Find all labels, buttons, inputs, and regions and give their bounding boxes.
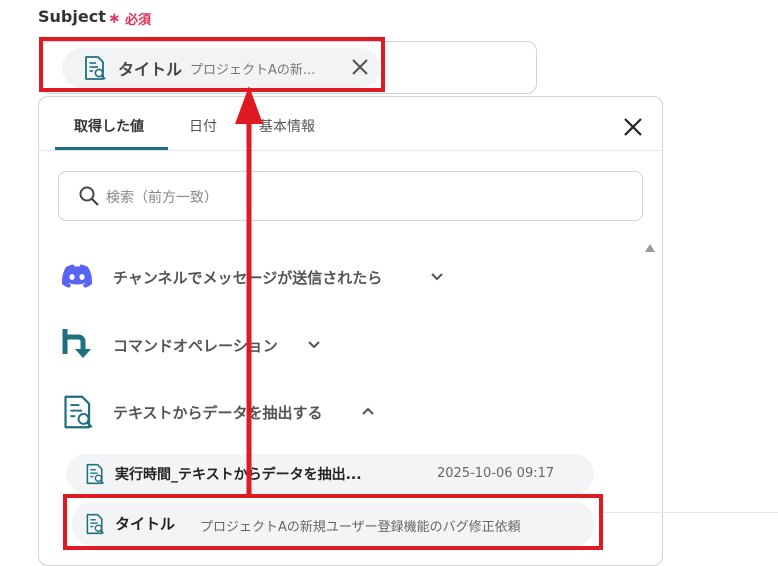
tab-acquired-values[interactable]: 取得した値 (74, 116, 144, 136)
search-placeholder: 検索（前方一致） (106, 190, 218, 206)
search-icon (79, 186, 99, 206)
tabs-divider (39, 150, 662, 151)
tab-basic-info[interactable]: 基本情報 (259, 116, 315, 136)
item-value: 2025-10-06 09:17 (437, 466, 555, 481)
required-text: 必須 (125, 13, 152, 28)
close-icon[interactable] (622, 116, 644, 138)
chevron-down-icon[interactable] (430, 272, 444, 282)
tab-date[interactable]: 日付 (189, 116, 217, 136)
text-extract-icon (86, 463, 105, 485)
discord-icon (61, 264, 93, 288)
divider (600, 512, 778, 513)
field-label: Subject (38, 7, 106, 26)
annotation-arrow-icon (235, 86, 263, 496)
chevron-up-icon[interactable] (361, 406, 375, 416)
section-label-text-extraction: テキストからデータを抽出する (113, 404, 323, 422)
text-extract-icon (64, 395, 93, 429)
annotation-box-source-value (63, 494, 603, 550)
chevron-down-icon[interactable] (307, 340, 321, 350)
annotation-box-selected-value (39, 37, 385, 92)
required-mark: ∗ (108, 9, 121, 27)
scroll-up-arrow-icon[interactable] (645, 244, 655, 252)
command-operation-icon (62, 329, 91, 358)
